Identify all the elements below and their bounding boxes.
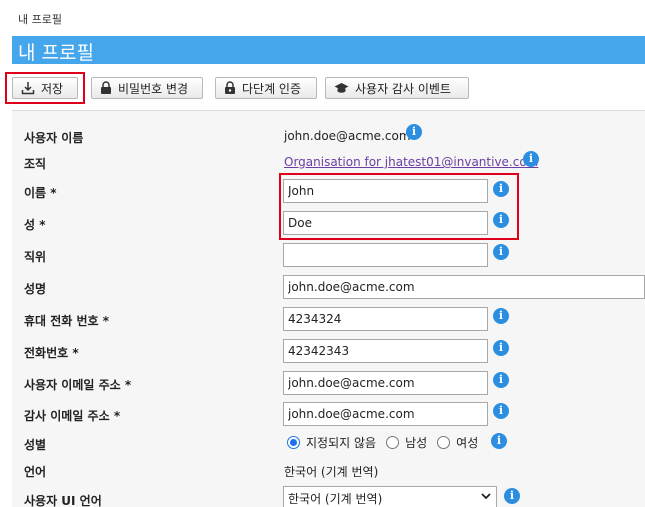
gender-radio-male[interactable] (386, 436, 400, 449)
audit-email-info-icon[interactable]: i (493, 403, 509, 419)
job-title-label: 직위 (24, 250, 47, 264)
job-title-info-icon[interactable]: i (493, 244, 509, 260)
gender-radio-unspecified[interactable] (287, 436, 300, 449)
ui-language-selected: 한국어 (기계 번역) (288, 492, 383, 506)
save-button[interactable]: 저장 (12, 77, 78, 99)
gender-label: 성별 (24, 438, 47, 452)
save-button-label: 저장 (41, 81, 64, 96)
lock-icon (101, 81, 111, 94)
organisation-label: 조직 (24, 157, 47, 171)
full-name-label: 성명 (24, 282, 47, 296)
ui-language-select[interactable]: 한국어 (기계 번역) (283, 486, 497, 507)
padlock-icon (225, 81, 235, 94)
ui-language-info-icon[interactable]: i (504, 488, 520, 504)
audit-email-input[interactable] (283, 402, 488, 426)
last-name-input[interactable] (283, 211, 488, 235)
gender-option-female: 여성 (456, 436, 479, 450)
breadcrumb: 내 프로필 (18, 13, 62, 26)
full-name-input[interactable] (283, 275, 645, 299)
first-name-label: 이름 * (24, 186, 57, 200)
mfa-button-label: 다단계 인증 (242, 81, 302, 96)
change-password-label: 비밀번호 변경 (118, 81, 189, 96)
gender-info-icon[interactable]: i (491, 433, 507, 449)
change-password-button[interactable]: 비밀번호 변경 (91, 77, 203, 99)
phone-input[interactable] (283, 339, 488, 363)
ui-language-label: 사용자 UI 언어 (24, 494, 102, 507)
mfa-button[interactable]: 다단계 인증 (215, 77, 317, 99)
organisation-link[interactable]: Organisation for jhatest01@invantive.com (284, 155, 538, 169)
user-email-info-icon[interactable]: i (493, 372, 509, 388)
mobile-input[interactable] (283, 307, 488, 331)
phone-label: 전화번호 * (24, 346, 79, 360)
first-name-info-icon[interactable]: i (493, 181, 509, 197)
mobile-info-icon[interactable]: i (493, 308, 509, 324)
toolbar: 저장 비밀번호 변경 다단계 인증 사용자 감사 이벤트 (0, 72, 645, 104)
job-title-input[interactable] (283, 243, 488, 267)
gender-option-unspecified: 지정되지 않음 (306, 436, 377, 450)
username-value: john.doe@acme.com (284, 129, 411, 143)
last-name-info-icon[interactable]: i (493, 212, 509, 228)
username-label: 사용자 이름 (24, 131, 84, 145)
organisation-info-icon[interactable]: i (523, 151, 539, 167)
gender-option-male: 남성 (405, 436, 428, 450)
gender-radio-female[interactable] (437, 436, 451, 449)
download-icon (21, 82, 35, 95)
language-value: 한국어 (기계 번역) (284, 465, 379, 479)
mobile-label: 휴대 전화 번호 * (24, 314, 110, 328)
audit-events-label: 사용자 감사 이벤트 (355, 81, 451, 96)
audit-email-label: 감사 이메일 주소 * (24, 409, 121, 423)
user-email-input[interactable] (283, 371, 488, 395)
title-bar: 내 프로필 (12, 36, 645, 64)
username-info-icon[interactable]: i (406, 124, 422, 140)
phone-info-icon[interactable]: i (493, 340, 509, 356)
user-email-label: 사용자 이메일 주소 * (24, 378, 132, 392)
language-label: 언어 (24, 465, 47, 479)
chevron-down-icon (481, 493, 491, 500)
graduation-cap-icon (334, 82, 349, 93)
page-title: 내 프로필 (18, 42, 94, 64)
gender-radio-group: 지정되지 않음 남성 여성 (287, 434, 488, 451)
audit-events-button[interactable]: 사용자 감사 이벤트 (325, 77, 469, 99)
first-name-input[interactable] (283, 179, 488, 203)
last-name-label: 성 * (24, 218, 46, 232)
